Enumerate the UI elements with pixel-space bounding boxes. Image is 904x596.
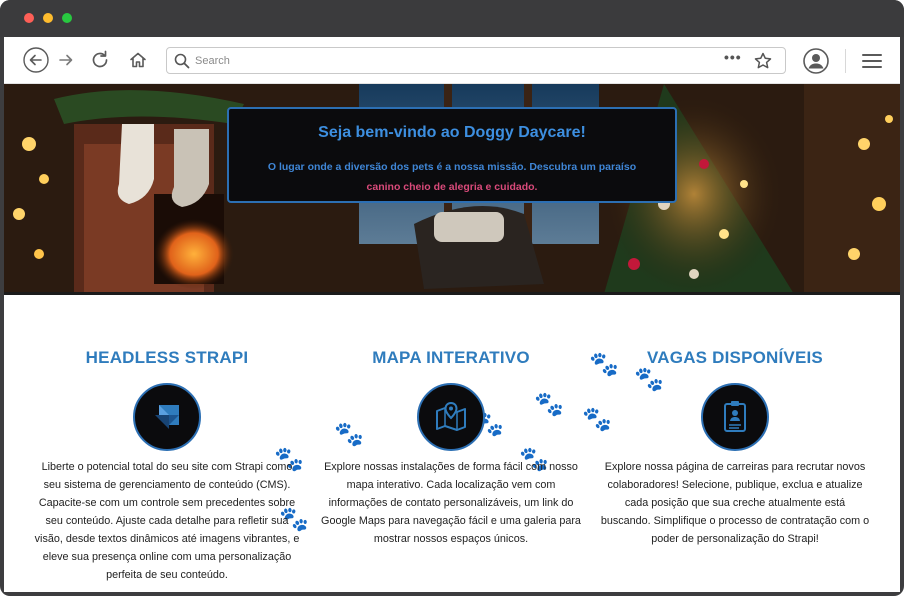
welcome-text: O lugar onde a diversão dos pets é a nos… — [245, 157, 659, 197]
browser-window: ••• — [0, 0, 904, 596]
reload-button[interactable] — [86, 46, 114, 74]
back-button[interactable] — [22, 46, 50, 74]
home-icon — [130, 52, 146, 68]
map-pin-icon — [417, 383, 485, 451]
hamburger-menu-icon[interactable] — [860, 49, 884, 73]
feature-description: Liberte o potencial total do seu site co… — [34, 461, 300, 581]
features-section: 🐾 🐾 🐾 🐾 🐾 🐾 🐾 🐾 🐾 HEADLESS STRAPI Libert… — [4, 295, 900, 592]
search-input[interactable] — [195, 51, 715, 70]
paw-print-icon: 🐾 — [634, 366, 664, 393]
feature-title: VAGAS DISPONÍVEIS — [647, 348, 823, 367]
page-actions-icon[interactable]: ••• — [724, 49, 742, 65]
close-window-button[interactable] — [24, 13, 34, 23]
title-bar — [0, 0, 904, 37]
reload-icon — [92, 50, 108, 68]
forward-arrow-icon — [59, 54, 73, 66]
address-bar[interactable]: ••• — [166, 47, 786, 74]
forward-button[interactable] — [52, 46, 80, 74]
maximize-window-button[interactable] — [62, 13, 72, 23]
paw-print-icon: 🐾 — [334, 421, 364, 448]
feature-description: Explore nossa página de carreiras para r… — [600, 461, 870, 545]
paw-print-icon: 🐾 — [582, 406, 612, 433]
welcome-box: Seja bem-vindo ao Doggy Daycare! O lugar… — [227, 107, 677, 203]
feature-title: MAPA INTERATIVO — [372, 348, 530, 367]
feature-title: HEADLESS STRAPI — [85, 348, 249, 367]
welcome-text-main: O lugar onde a diversão dos pets é a nos… — [267, 161, 637, 173]
bookmark-star-icon[interactable] — [753, 51, 773, 71]
account-icon[interactable] — [802, 47, 830, 75]
toolbar-divider — [845, 49, 846, 73]
welcome-title: Seja bem-vindo ao Doggy Daycare! — [318, 124, 586, 141]
paw-print-icon: 🐾 — [534, 391, 564, 418]
page-viewport: Seja bem-vindo ao Doggy Daycare! O lugar… — [4, 84, 900, 592]
hero-banner: Seja bem-vindo ao Doggy Daycare! O lugar… — [4, 84, 900, 294]
feature-description: Explore nossas instalações de forma fáci… — [321, 461, 581, 545]
browser-toolbar: ••• — [4, 37, 900, 84]
minimize-window-button[interactable] — [43, 13, 53, 23]
back-arrow-icon — [23, 47, 49, 73]
strapi-logo-icon — [133, 383, 201, 451]
welcome-text-accent: canino cheio de alegria e cuidado. — [366, 181, 538, 193]
search-icon — [174, 53, 190, 69]
home-button[interactable] — [124, 46, 152, 74]
clipboard-user-icon — [701, 383, 769, 451]
